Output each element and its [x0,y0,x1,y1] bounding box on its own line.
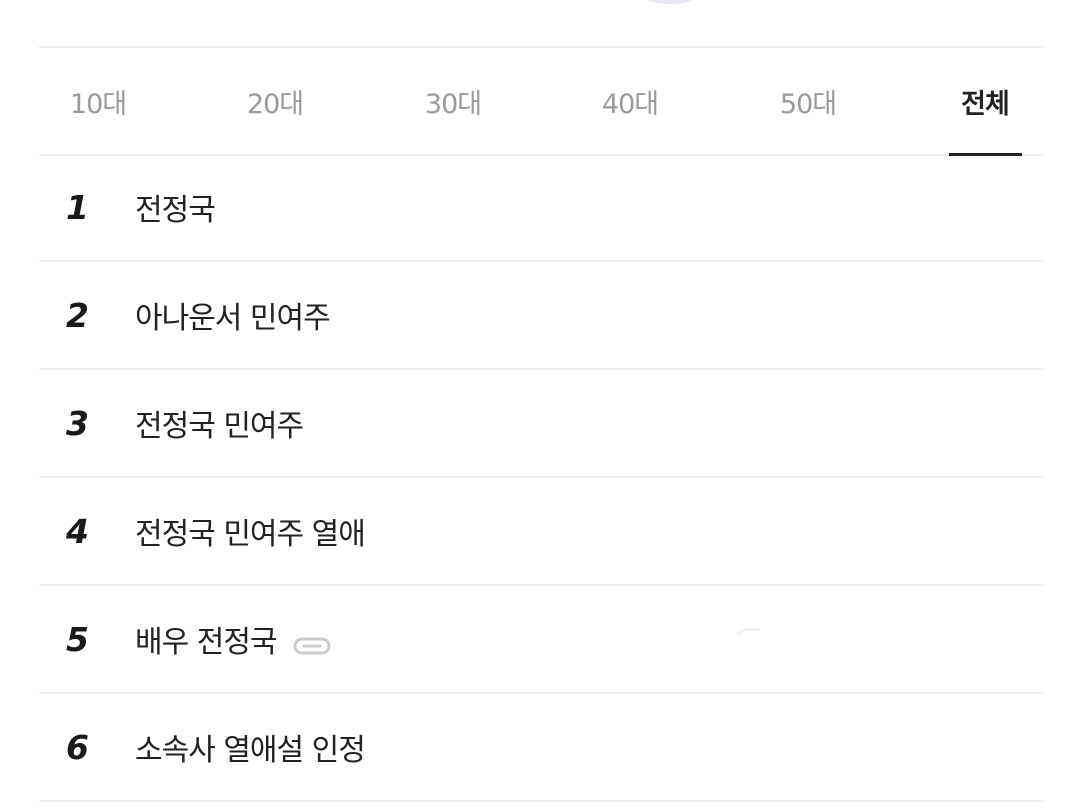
age-group-tabs: 10대 20대 30대 40대 50대 전체 [39,46,1043,156]
ranking-item-1[interactable]: 1 전정국 [39,154,1043,262]
rank-number: 2 [66,295,89,335]
keyword-text: 전정국 민여주 [135,409,304,444]
tab-10s[interactable]: 10대 [39,48,157,154]
ranking-item-5[interactable]: 5 배우 전정국 [39,586,1043,694]
keyword-text: 전정국 민여주 열애 [135,517,366,552]
keyword-text: 배우 전정국 [135,625,278,660]
faint-mark [733,620,773,635]
link-icon[interactable] [293,635,331,657]
rank-number: 6 [66,727,89,767]
ranking-page: 10대 20대 30대 40대 50대 전체 1 전정국 2 아나운서 민여주 … [0,0,1080,810]
ranking-item-6[interactable]: 6 소속사 열애설 인정 [39,694,1043,802]
ranking-list: 1 전정국 2 아나운서 민여주 3 전정국 민여주 4 전정국 민여주 열애 … [39,154,1043,802]
tab-all[interactable]: 전체 [926,48,1044,154]
rank-number: 4 [66,511,89,551]
tab-30s[interactable]: 30대 [394,48,512,154]
keyword-text: 아나운서 민여주 [135,301,331,336]
keyword-text: 소속사 열애설 인정 [135,733,366,768]
tab-20s[interactable]: 20대 [216,48,334,154]
ranking-item-3[interactable]: 3 전정국 민여주 [39,370,1043,478]
ranking-item-4[interactable]: 4 전정국 민여주 열애 [39,478,1043,586]
rank-number: 3 [66,403,89,443]
tab-50s[interactable]: 50대 [749,48,867,154]
rank-number: 5 [66,619,89,659]
keyword-text: 전정국 [135,193,216,228]
tab-40s[interactable]: 40대 [571,48,689,154]
ranking-item-2[interactable]: 2 아나운서 민여주 [39,262,1043,370]
rank-number: 1 [66,187,89,227]
